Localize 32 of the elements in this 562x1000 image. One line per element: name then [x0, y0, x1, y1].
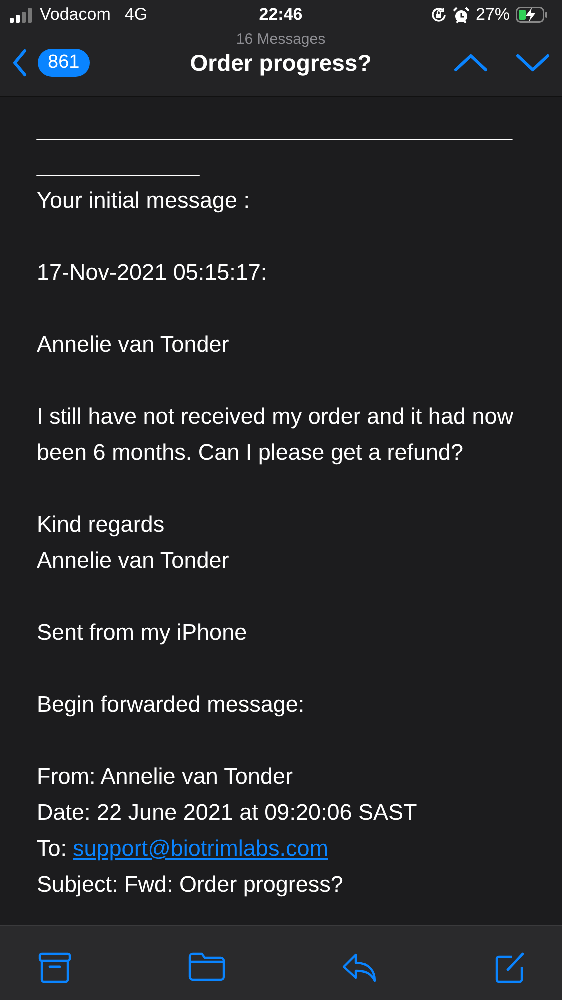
previous-message-button[interactable] — [454, 53, 488, 73]
message-text: From: Annelie van Tonder — [37, 763, 293, 791]
signal-icon — [10, 8, 34, 22]
message-text: Date: 22 June 2021 at 09:20:06 SAST — [37, 799, 418, 827]
header-label: To: — [37, 835, 68, 863]
reply-button[interactable] — [342, 952, 378, 984]
message-text: Subject: Fwd: Order progress? — [37, 871, 344, 899]
carrier-name: Vodacom — [40, 5, 111, 25]
folder-button[interactable] — [188, 952, 226, 982]
unread-badge: 861 — [38, 49, 90, 77]
message-count: 16 Messages — [236, 31, 326, 48]
message-text: I still have not received my order and it had now been 6 months. Can I please get a refund? — [37, 403, 514, 467]
message-text: Sent from my iPhone — [37, 619, 248, 647]
email-link[interactable]: support@biotrimlabs.com — [73, 831, 328, 867]
archive-button[interactable] — [38, 952, 72, 984]
separator-line: ___________________________________________________ — [37, 115, 514, 179]
alarm-icon — [452, 6, 470, 24]
battery-charging-icon — [516, 7, 548, 23]
message-text: Annelie van Tonder — [37, 547, 230, 575]
message-text: Your initial message : — [37, 187, 250, 215]
compose-button[interactable] — [494, 952, 526, 984]
rotation-lock-icon — [430, 7, 447, 23]
message-text: Kind regards — [37, 511, 165, 539]
message-text: Begin forwarded message: — [37, 691, 305, 719]
battery-percent: 27% — [476, 5, 510, 25]
network-type: 4G — [124, 5, 148, 25]
back-button[interactable] — [12, 49, 28, 77]
subject-title: Order progress? — [190, 50, 372, 77]
next-message-button[interactable] — [516, 53, 550, 73]
message-text: 17-Nov-2021 05:15:17: — [37, 259, 268, 287]
message-text: Annelie van Tonder — [37, 331, 230, 359]
clock-time: 22:46 — [259, 5, 303, 24]
